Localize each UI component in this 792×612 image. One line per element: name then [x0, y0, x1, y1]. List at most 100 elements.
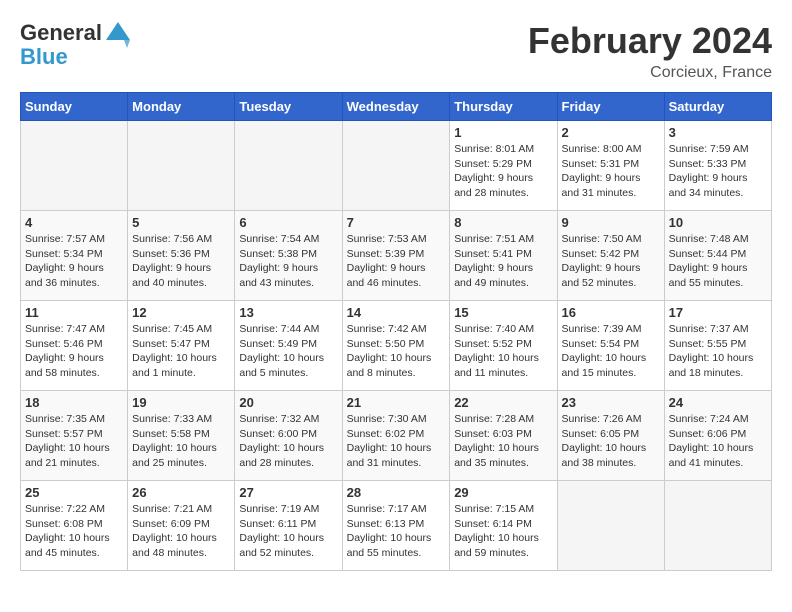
- day-info: Sunrise: 7:42 AMSunset: 5:50 PMDaylight:…: [347, 322, 446, 381]
- weekday-header-friday: Friday: [557, 93, 664, 121]
- day-number: 7: [347, 215, 446, 230]
- calendar-cell: 16 Sunrise: 7:39 AMSunset: 5:54 PMDayligh…: [557, 301, 664, 391]
- day-number: 10: [669, 215, 767, 230]
- calendar-cell: 21 Sunrise: 7:30 AMSunset: 6:02 PMDayligh…: [342, 391, 450, 481]
- logo: General Blue: [20, 20, 134, 70]
- calendar-cell: 4 Sunrise: 7:57 AMSunset: 5:34 PMDaylight…: [21, 211, 128, 301]
- day-info: Sunrise: 7:24 AMSunset: 6:06 PMDaylight:…: [669, 412, 767, 471]
- day-number: 28: [347, 485, 446, 500]
- logo-general: General: [20, 20, 102, 45]
- day-info: Sunrise: 7:32 AMSunset: 6:00 PMDaylight:…: [239, 412, 337, 471]
- calendar-cell: 20 Sunrise: 7:32 AMSunset: 6:00 PMDayligh…: [235, 391, 342, 481]
- day-number: 4: [25, 215, 123, 230]
- day-info: Sunrise: 7:33 AMSunset: 5:58 PMDaylight:…: [132, 412, 230, 471]
- day-info: Sunrise: 7:17 AMSunset: 6:13 PMDaylight:…: [347, 502, 446, 561]
- day-number: 19: [132, 395, 230, 410]
- calendar-cell: [21, 121, 128, 211]
- day-number: 16: [562, 305, 660, 320]
- day-info: Sunrise: 8:01 AMSunset: 5:29 PMDaylight:…: [454, 142, 552, 201]
- day-info: Sunrise: 7:45 AMSunset: 5:47 PMDaylight:…: [132, 322, 230, 381]
- day-number: 17: [669, 305, 767, 320]
- calendar-cell: 5 Sunrise: 7:56 AMSunset: 5:36 PMDaylight…: [128, 211, 235, 301]
- day-number: 15: [454, 305, 552, 320]
- weekday-header-tuesday: Tuesday: [235, 93, 342, 121]
- calendar-cell: 28 Sunrise: 7:17 AMSunset: 6:13 PMDayligh…: [342, 481, 450, 571]
- week-row-4: 25Sunrise: 7:22 AMSunset: 6:08 PMDayligh…: [21, 481, 772, 571]
- day-info: Sunrise: 7:44 AMSunset: 5:49 PMDaylight:…: [239, 322, 337, 381]
- week-row-2: 11 Sunrise: 7:47 AMSunset: 5:46 PMDayligh…: [21, 301, 772, 391]
- day-number: 18: [25, 395, 123, 410]
- day-info: Sunrise: 7:57 AMSunset: 5:34 PMDaylight:…: [25, 232, 123, 291]
- day-info: Sunrise: 7:21 AMSunset: 6:09 PMDaylight:…: [132, 502, 230, 561]
- calendar-cell: 9 Sunrise: 7:50 AMSunset: 5:42 PMDaylight…: [557, 211, 664, 301]
- day-number: 11: [25, 305, 123, 320]
- day-info: Sunrise: 7:22 AMSunset: 6:08 PMDaylight:…: [25, 502, 123, 561]
- calendar-cell: 6Sunrise: 7:54 AMSunset: 5:38 PMDaylight…: [235, 211, 342, 301]
- day-info: Sunrise: 7:37 AMSunset: 5:55 PMDaylight:…: [669, 322, 767, 381]
- day-info: Sunrise: 7:30 AMSunset: 6:02 PMDaylight:…: [347, 412, 446, 471]
- day-number: 21: [347, 395, 446, 410]
- day-number: 14: [347, 305, 446, 320]
- calendar-cell: 2Sunrise: 8:00 AMSunset: 5:31 PMDaylight…: [557, 121, 664, 211]
- logo-icon: [104, 20, 132, 48]
- header: General Blue February 2024 Corcieux, Fra…: [20, 20, 772, 82]
- week-row-1: 4 Sunrise: 7:57 AMSunset: 5:34 PMDaylight…: [21, 211, 772, 301]
- calendar-cell: 18 Sunrise: 7:35 AMSunset: 5:57 PMDayligh…: [21, 391, 128, 481]
- calendar-cell: 29 Sunrise: 7:15 AMSunset: 6:14 PMDayligh…: [450, 481, 557, 571]
- calendar-cell: [664, 481, 771, 571]
- calendar-cell: 27 Sunrise: 7:19 AMSunset: 6:11 PMDayligh…: [235, 481, 342, 571]
- day-info: Sunrise: 7:51 AMSunset: 5:41 PMDaylight:…: [454, 232, 552, 291]
- calendar-cell: 15 Sunrise: 7:40 AMSunset: 5:52 PMDayligh…: [450, 301, 557, 391]
- day-info: Sunrise: 7:39 AMSunset: 5:54 PMDaylight:…: [562, 322, 660, 381]
- day-info: Sunrise: 7:48 AMSunset: 5:44 PMDaylight:…: [669, 232, 767, 291]
- day-info: Sunrise: 7:26 AMSunset: 6:05 PMDaylight:…: [562, 412, 660, 471]
- weekday-header-thursday: Thursday: [450, 93, 557, 121]
- calendar-cell: 8 Sunrise: 7:51 AMSunset: 5:41 PMDaylight…: [450, 211, 557, 301]
- day-info: Sunrise: 7:40 AMSunset: 5:52 PMDaylight:…: [454, 322, 552, 381]
- day-number: 8: [454, 215, 552, 230]
- calendar-cell: 22 Sunrise: 7:28 AMSunset: 6:03 PMDayligh…: [450, 391, 557, 481]
- day-number: 13: [239, 305, 337, 320]
- day-number: 27: [239, 485, 337, 500]
- calendar-cell: 17 Sunrise: 7:37 AMSunset: 5:55 PMDayligh…: [664, 301, 771, 391]
- location: Corcieux, France: [528, 64, 772, 82]
- calendar-cell: 19 Sunrise: 7:33 AMSunset: 5:58 PMDayligh…: [128, 391, 235, 481]
- month-title: February 2024: [528, 20, 772, 62]
- calendar-cell: 23Sunrise: 7:26 AMSunset: 6:05 PMDayligh…: [557, 391, 664, 481]
- weekday-header-saturday: Saturday: [664, 93, 771, 121]
- day-number: 1: [454, 125, 552, 140]
- day-info: Sunrise: 7:54 AMSunset: 5:38 PMDaylight:…: [239, 232, 337, 291]
- day-number: 26: [132, 485, 230, 500]
- day-info: Sunrise: 7:19 AMSunset: 6:11 PMDaylight:…: [239, 502, 337, 561]
- day-number: 29: [454, 485, 552, 500]
- day-number: 22: [454, 395, 552, 410]
- calendar-cell: [557, 481, 664, 571]
- day-number: 5: [132, 215, 230, 230]
- weekday-header-wednesday: Wednesday: [342, 93, 450, 121]
- day-number: 24: [669, 395, 767, 410]
- calendar-cell: [235, 121, 342, 211]
- day-info: Sunrise: 7:47 AMSunset: 5:46 PMDaylight:…: [25, 322, 123, 381]
- week-row-0: 1 Sunrise: 8:01 AMSunset: 5:29 PMDaylight…: [21, 121, 772, 211]
- calendar-cell: [342, 121, 450, 211]
- day-number: 9: [562, 215, 660, 230]
- day-info: Sunrise: 7:56 AMSunset: 5:36 PMDaylight:…: [132, 232, 230, 291]
- calendar-cell: 25Sunrise: 7:22 AMSunset: 6:08 PMDayligh…: [21, 481, 128, 571]
- day-info: Sunrise: 7:35 AMSunset: 5:57 PMDaylight:…: [25, 412, 123, 471]
- calendar-cell: 24 Sunrise: 7:24 AMSunset: 6:06 PMDayligh…: [664, 391, 771, 481]
- day-info: Sunrise: 7:50 AMSunset: 5:42 PMDaylight:…: [562, 232, 660, 291]
- calendar-cell: 14 Sunrise: 7:42 AMSunset: 5:50 PMDayligh…: [342, 301, 450, 391]
- day-number: 20: [239, 395, 337, 410]
- calendar-cell: 13 Sunrise: 7:44 AMSunset: 5:49 PMDayligh…: [235, 301, 342, 391]
- calendar: SundayMondayTuesdayWednesdayThursdayFrid…: [20, 92, 772, 571]
- day-info: Sunrise: 7:28 AMSunset: 6:03 PMDaylight:…: [454, 412, 552, 471]
- day-info: Sunrise: 7:15 AMSunset: 6:14 PMDaylight:…: [454, 502, 552, 561]
- calendar-cell: 1 Sunrise: 8:01 AMSunset: 5:29 PMDaylight…: [450, 121, 557, 211]
- day-info: Sunrise: 7:53 AMSunset: 5:39 PMDaylight:…: [347, 232, 446, 291]
- calendar-cell: 26 Sunrise: 7:21 AMSunset: 6:09 PMDayligh…: [128, 481, 235, 571]
- calendar-cell: 3Sunrise: 7:59 AMSunset: 5:33 PMDaylight…: [664, 121, 771, 211]
- day-info: Sunrise: 8:00 AMSunset: 5:31 PMDaylight:…: [562, 142, 660, 201]
- day-info: Sunrise: 7:59 AMSunset: 5:33 PMDaylight:…: [669, 142, 767, 201]
- calendar-cell: 12 Sunrise: 7:45 AMSunset: 5:47 PMDayligh…: [128, 301, 235, 391]
- day-number: 12: [132, 305, 230, 320]
